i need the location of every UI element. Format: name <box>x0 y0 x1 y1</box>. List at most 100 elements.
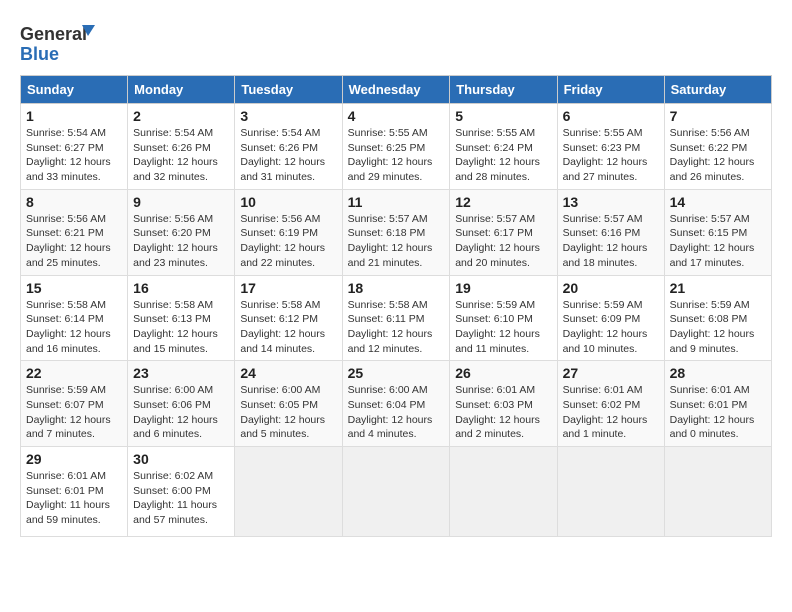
day-number: 15 <box>26 280 122 296</box>
day-number: 13 <box>563 194 659 210</box>
calendar-cell: 27 Sunrise: 6:01 AM Sunset: 6:02 PM Dayli… <box>557 361 664 447</box>
calendar-cell: 19 Sunrise: 5:59 AM Sunset: 6:10 PM Dayli… <box>450 275 557 361</box>
day-info: Sunrise: 5:59 AM Sunset: 6:09 PM Dayligh… <box>563 299 648 355</box>
page-header: GeneralBlue <box>20 20 772 65</box>
column-header-wednesday: Wednesday <box>342 76 450 104</box>
calendar-cell: 10 Sunrise: 5:56 AM Sunset: 6:19 PM Dayli… <box>235 189 342 275</box>
calendar-cell: 2Sunrise: 5:54 AM Sunset: 6:26 PM Daylig… <box>128 104 235 190</box>
svg-text:General: General <box>20 24 87 44</box>
day-number: 5 <box>455 108 551 124</box>
calendar-cell: 24 Sunrise: 6:00 AM Sunset: 6:05 PM Dayli… <box>235 361 342 447</box>
day-info: Sunrise: 5:59 AM Sunset: 6:07 PM Dayligh… <box>26 384 111 440</box>
day-number: 21 <box>670 280 766 296</box>
day-info: Sunrise: 5:58 AM Sunset: 6:11 PM Dayligh… <box>348 299 433 355</box>
day-info: Sunrise: 5:56 AM Sunset: 6:21 PM Dayligh… <box>26 213 111 269</box>
calendar-cell: 12 Sunrise: 5:57 AM Sunset: 6:17 PM Dayli… <box>450 189 557 275</box>
day-info: Sunrise: 6:00 AM Sunset: 6:05 PM Dayligh… <box>240 384 325 440</box>
day-number: 9 <box>133 194 229 210</box>
day-info: Sunrise: 6:02 AM Sunset: 6:00 PM Dayligh… <box>133 470 217 526</box>
calendar-cell: 26 Sunrise: 6:01 AM Sunset: 6:03 PM Dayli… <box>450 361 557 447</box>
calendar-cell: 16Sunrise: 5:58 AM Sunset: 6:13 PM Dayli… <box>128 275 235 361</box>
day-info: Sunrise: 5:54 AM Sunset: 6:27 PM Dayligh… <box>26 127 111 183</box>
column-header-sunday: Sunday <box>21 76 128 104</box>
calendar-cell <box>235 447 342 537</box>
day-info: Sunrise: 5:55 AM Sunset: 6:23 PM Dayligh… <box>563 127 648 183</box>
day-number: 30 <box>133 451 229 467</box>
calendar-cell: 3 Sunrise: 5:54 AM Sunset: 6:26 PM Daylig… <box>235 104 342 190</box>
calendar-cell: 5 Sunrise: 5:55 AM Sunset: 6:24 PM Daylig… <box>450 104 557 190</box>
day-number: 19 <box>455 280 551 296</box>
calendar-week-row: 1 Sunrise: 5:54 AM Sunset: 6:27 PM Daylig… <box>21 104 772 190</box>
calendar-cell: 13 Sunrise: 5:57 AM Sunset: 6:16 PM Dayli… <box>557 189 664 275</box>
column-header-thursday: Thursday <box>450 76 557 104</box>
column-header-saturday: Saturday <box>664 76 771 104</box>
day-info: Sunrise: 5:57 AM Sunset: 6:16 PM Dayligh… <box>563 213 648 269</box>
day-number: 24 <box>240 365 336 381</box>
calendar-week-row: 15 Sunrise: 5:58 AM Sunset: 6:14 PM Dayli… <box>21 275 772 361</box>
day-info: Sunrise: 6:01 AM Sunset: 6:01 PM Dayligh… <box>670 384 755 440</box>
column-header-monday: Monday <box>128 76 235 104</box>
day-number: 6 <box>563 108 659 124</box>
calendar-cell: 28 Sunrise: 6:01 AM Sunset: 6:01 PM Dayli… <box>664 361 771 447</box>
calendar-cell: 20Sunrise: 5:59 AM Sunset: 6:09 PM Dayli… <box>557 275 664 361</box>
calendar-cell: 11Sunrise: 5:57 AM Sunset: 6:18 PM Dayli… <box>342 189 450 275</box>
day-number: 12 <box>455 194 551 210</box>
day-info: Sunrise: 5:56 AM Sunset: 6:22 PM Dayligh… <box>670 127 755 183</box>
day-info: Sunrise: 5:55 AM Sunset: 6:25 PM Dayligh… <box>348 127 433 183</box>
calendar-cell: 8 Sunrise: 5:56 AM Sunset: 6:21 PM Daylig… <box>21 189 128 275</box>
day-number: 2 <box>133 108 229 124</box>
day-info: Sunrise: 6:00 AM Sunset: 6:06 PM Dayligh… <box>133 384 218 440</box>
day-info: Sunrise: 5:59 AM Sunset: 6:10 PM Dayligh… <box>455 299 540 355</box>
day-info: Sunrise: 5:56 AM Sunset: 6:20 PM Dayligh… <box>133 213 218 269</box>
calendar-cell: 25Sunrise: 6:00 AM Sunset: 6:04 PM Dayli… <box>342 361 450 447</box>
calendar-cell: 23 Sunrise: 6:00 AM Sunset: 6:06 PM Dayli… <box>128 361 235 447</box>
day-number: 7 <box>670 108 766 124</box>
day-info: Sunrise: 5:58 AM Sunset: 6:13 PM Dayligh… <box>133 299 218 355</box>
logo-svg: GeneralBlue <box>20 20 100 65</box>
column-header-tuesday: Tuesday <box>235 76 342 104</box>
calendar-cell: 4 Sunrise: 5:55 AM Sunset: 6:25 PM Daylig… <box>342 104 450 190</box>
day-info: Sunrise: 6:01 AM Sunset: 6:02 PM Dayligh… <box>563 384 648 440</box>
calendar-body: 1 Sunrise: 5:54 AM Sunset: 6:27 PM Daylig… <box>21 104 772 537</box>
day-info: Sunrise: 5:55 AM Sunset: 6:24 PM Dayligh… <box>455 127 540 183</box>
day-number: 17 <box>240 280 336 296</box>
day-number: 23 <box>133 365 229 381</box>
logo: GeneralBlue <box>20 20 100 65</box>
day-number: 1 <box>26 108 122 124</box>
day-info: Sunrise: 5:56 AM Sunset: 6:19 PM Dayligh… <box>240 213 325 269</box>
day-info: Sunrise: 5:54 AM Sunset: 6:26 PM Dayligh… <box>240 127 325 183</box>
calendar-cell: 29 Sunrise: 6:01 AM Sunset: 6:01 PM Dayli… <box>21 447 128 537</box>
day-number: 10 <box>240 194 336 210</box>
day-number: 27 <box>563 365 659 381</box>
day-info: Sunrise: 5:57 AM Sunset: 6:17 PM Dayligh… <box>455 213 540 269</box>
calendar-table: SundayMondayTuesdayWednesdayThursdayFrid… <box>20 75 772 537</box>
calendar-cell: 18Sunrise: 5:58 AM Sunset: 6:11 PM Dayli… <box>342 275 450 361</box>
day-number: 26 <box>455 365 551 381</box>
day-number: 14 <box>670 194 766 210</box>
calendar-cell: 14Sunrise: 5:57 AM Sunset: 6:15 PM Dayli… <box>664 189 771 275</box>
day-number: 8 <box>26 194 122 210</box>
calendar-cell: 21 Sunrise: 5:59 AM Sunset: 6:08 PM Dayli… <box>664 275 771 361</box>
day-info: Sunrise: 6:01 AM Sunset: 6:03 PM Dayligh… <box>455 384 540 440</box>
day-info: Sunrise: 6:01 AM Sunset: 6:01 PM Dayligh… <box>26 470 110 526</box>
calendar-cell: 7 Sunrise: 5:56 AM Sunset: 6:22 PM Daylig… <box>664 104 771 190</box>
calendar-cell: 9 Sunrise: 5:56 AM Sunset: 6:20 PM Daylig… <box>128 189 235 275</box>
day-info: Sunrise: 5:57 AM Sunset: 6:18 PM Dayligh… <box>348 213 433 269</box>
column-header-friday: Friday <box>557 76 664 104</box>
day-number: 4 <box>348 108 445 124</box>
calendar-cell <box>450 447 557 537</box>
day-number: 29 <box>26 451 122 467</box>
calendar-cell: 30 Sunrise: 6:02 AM Sunset: 6:00 PM Dayli… <box>128 447 235 537</box>
day-number: 28 <box>670 365 766 381</box>
calendar-header-row: SundayMondayTuesdayWednesdayThursdayFrid… <box>21 76 772 104</box>
day-number: 25 <box>348 365 445 381</box>
calendar-week-row: 22Sunrise: 5:59 AM Sunset: 6:07 PM Dayli… <box>21 361 772 447</box>
svg-text:Blue: Blue <box>20 44 59 64</box>
calendar-week-row: 8 Sunrise: 5:56 AM Sunset: 6:21 PM Daylig… <box>21 189 772 275</box>
calendar-week-row: 29 Sunrise: 6:01 AM Sunset: 6:01 PM Dayli… <box>21 447 772 537</box>
calendar-cell: 6 Sunrise: 5:55 AM Sunset: 6:23 PM Daylig… <box>557 104 664 190</box>
day-info: Sunrise: 5:58 AM Sunset: 6:14 PM Dayligh… <box>26 299 111 355</box>
day-info: Sunrise: 5:59 AM Sunset: 6:08 PM Dayligh… <box>670 299 755 355</box>
day-number: 3 <box>240 108 336 124</box>
calendar-cell: 15 Sunrise: 5:58 AM Sunset: 6:14 PM Dayli… <box>21 275 128 361</box>
